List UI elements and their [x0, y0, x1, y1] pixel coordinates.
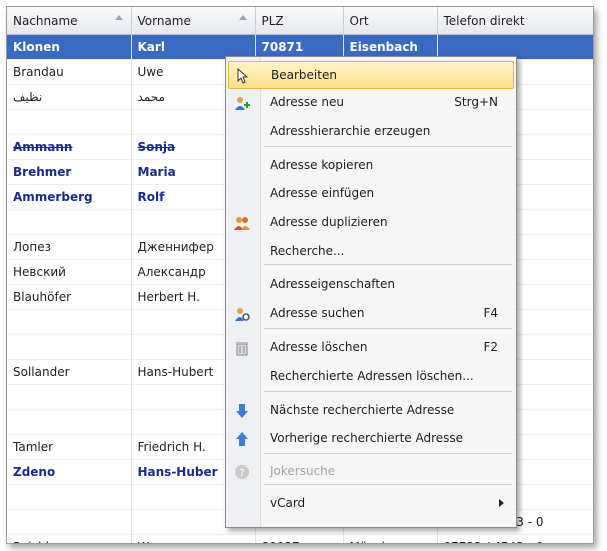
table-row[interactable]: ReichleWerner80937München07733 / 4543 - … [7, 534, 593, 543]
cell-nachname[interactable] [7, 509, 132, 535]
menu-separator [264, 484, 512, 485]
cell-nachname[interactable] [7, 109, 132, 135]
menu-item-adresshierarchie-erzeugen[interactable]: Adresshierarchie erzeugen [228, 118, 514, 144]
cell-nachname[interactable]: نظيف [7, 84, 132, 110]
cell-ort[interactable]: München [343, 534, 438, 543]
cell-nachname[interactable]: Brehmer [7, 159, 132, 185]
column-header-ort[interactable]: Ort [343, 7, 438, 35]
menu-item-label: Nächste recherchierte Adresse [270, 403, 455, 417]
cell-nachname[interactable] [7, 309, 132, 335]
arrow-down-icon [234, 402, 250, 418]
cell-nachname[interactable]: Brandau [7, 59, 132, 85]
cell-nachname[interactable]: Лопез [7, 234, 132, 260]
cell-nachname[interactable]: Невский [7, 259, 132, 285]
cell-telefon[interactable]: 07733 / 4543 - 0 [437, 534, 593, 543]
cell-nachname[interactable]: Klonen [7, 34, 132, 60]
cell-nachname[interactable]: Blauhöfer [7, 284, 132, 310]
menu-item-adresse-suchen[interactable]: Adresse suchen F4 [228, 300, 514, 326]
menu-item-label: Adresse neu [270, 95, 344, 109]
menu-item-adresse-löschen[interactable]: Adresse löschen F2 [228, 334, 514, 360]
cell-nachname[interactable]: Tamler [7, 434, 132, 460]
cell-nachname[interactable]: Sollander [7, 359, 132, 385]
menu-item-jokersuche[interactable]: ? Jokersuche [228, 458, 514, 484]
menu-item-label: Adresshierarchie erzeugen [270, 124, 431, 138]
menu-item-label: Adresse suchen [270, 306, 365, 320]
cell-nachname[interactable] [7, 334, 132, 360]
cell-nachname[interactable]: Ammerberg [7, 184, 132, 210]
menu-separator [264, 328, 512, 329]
menu-item-label: Jokersuche [270, 464, 336, 478]
cell-vorname[interactable]: Werner [131, 534, 256, 543]
menu-item-bearbeiten[interactable]: Bearbeiten [228, 61, 514, 89]
svg-text:?: ? [239, 468, 244, 479]
menu-item-adresse-kopieren[interactable]: Adresse kopieren [228, 152, 514, 178]
menu-item-vorherige-recherchierte-adresse[interactable]: Vorherige recherchierte Adresse [228, 425, 514, 451]
column-header-vorname[interactable]: Vorname [131, 7, 256, 35]
menu-item-label: Adresse kopieren [270, 158, 374, 172]
sort-arrow-icon [114, 15, 123, 20]
menu-item-label: Recherche... [270, 244, 345, 258]
joker-icon: ? [234, 463, 250, 479]
column-header-nachname[interactable]: Nachname [7, 7, 132, 35]
menu-item-recherche[interactable]: Recherche... [228, 238, 514, 264]
duplicate-people-icon [234, 214, 250, 230]
menu-item-adresse-duplizieren[interactable]: Adresse duplizieren [228, 209, 514, 235]
menu-item-recherchierte-adressen-löschen[interactable]: Recherchierte Adressen löschen... [228, 363, 514, 389]
menu-item-label: Adresse duplizieren [270, 215, 388, 229]
menu-item-adresse-neu[interactable]: Adresse neu Strg+N [228, 89, 514, 115]
menu-item-nächste-recherchierte-adresse[interactable]: Nächste recherchierte Adresse [228, 397, 514, 423]
column-header-telefon[interactable]: Telefon direkt [437, 7, 593, 35]
context-menu: Bearbeiten Adresse neu Strg+N Adresshierarc… [225, 56, 517, 528]
menu-item-label: Recherchierte Adressen löschen... [270, 369, 474, 383]
cell-nachname[interactable]: Reichle [7, 534, 132, 543]
menu-separator [264, 391, 512, 392]
arrow-up-icon [234, 430, 250, 446]
cell-plz[interactable]: 80937 [255, 534, 344, 543]
menu-item-label: Adresse löschen [270, 340, 368, 354]
cell-nachname[interactable]: Zdeno [7, 459, 132, 485]
menu-separator [264, 264, 512, 265]
menu-item-shortcut: F2 [483, 340, 498, 354]
address-grid-window: Nachname Vorname PLZ Ort Telefon direkt … [6, 6, 594, 544]
sort-arrow-icon [238, 15, 247, 20]
trash-icon [234, 339, 250, 356]
add-person-icon [234, 94, 250, 110]
submenu-arrow-icon [499, 499, 504, 507]
grid-header-row: Nachname Vorname PLZ Ort Telefon direkt [7, 7, 593, 35]
cell-nachname[interactable] [7, 484, 132, 510]
menu-item-label: Bearbeiten [271, 68, 337, 82]
menu-item-adresse-einfügen[interactable]: Adresse einfügen [228, 180, 514, 206]
menu-item-shortcut: Strg+N [454, 95, 498, 109]
menu-item-shortcut: F4 [483, 306, 498, 320]
menu-separator [264, 146, 512, 147]
cell-nachname[interactable] [7, 384, 132, 410]
cursor-icon [235, 67, 251, 84]
menu-item-vcard[interactable]: vCard [228, 490, 514, 516]
search-person-icon [234, 305, 250, 321]
menu-separator [264, 453, 512, 454]
menu-item-label: Adresseigenschaften [270, 277, 396, 291]
menu-item-label: Vorherige recherchierte Adresse [270, 431, 464, 445]
menu-item-label: Adresse einfügen [270, 186, 375, 200]
cell-nachname[interactable] [7, 409, 132, 435]
menu-item-adresseigenschaften[interactable]: Adresseigenschaften [228, 271, 514, 297]
column-header-plz[interactable]: PLZ [255, 7, 344, 35]
cell-nachname[interactable] [7, 209, 132, 235]
menu-item-label: vCard [270, 496, 306, 510]
cell-nachname[interactable]: Ammann [7, 134, 132, 160]
